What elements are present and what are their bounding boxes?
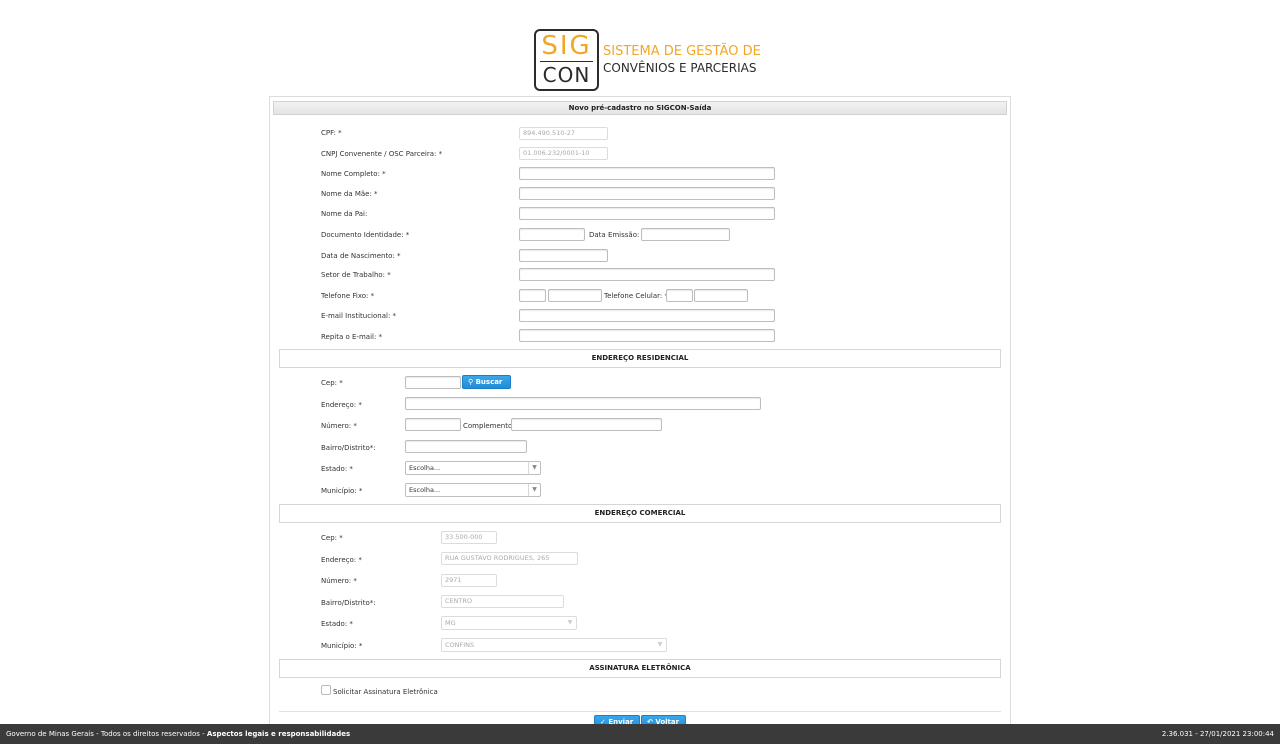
comercial-section-header: ENDEREÇO COMERCIAL bbox=[279, 504, 1001, 523]
res-numero-label: Número: * bbox=[321, 422, 357, 430]
data-emissao-label: Data Emissão: * bbox=[589, 231, 646, 239]
repita-email-field[interactable] bbox=[519, 329, 775, 342]
assinatura-checkbox-label: Solicitar Assinatura Eletrônica bbox=[333, 688, 438, 696]
com-estado-value: MG bbox=[445, 619, 456, 627]
nome-mae-label: Nome da Mãe: * bbox=[321, 190, 378, 198]
com-municipio-label: Município: * bbox=[321, 642, 363, 650]
res-cep-field[interactable] bbox=[405, 376, 461, 389]
com-endereco-field[interactable]: RUA GUSTAVO RODRIGUES, 265 bbox=[441, 552, 578, 565]
com-bairro-field[interactable]: CENTRO bbox=[441, 595, 564, 608]
telefone-fixo-field[interactable] bbox=[548, 289, 602, 302]
com-estado-select[interactable]: MG ▼ bbox=[441, 616, 577, 630]
telefone-celular-label: Telefone Celular: * bbox=[604, 292, 669, 300]
telefone-fixo-label: Telefone Fixo: * bbox=[321, 292, 375, 300]
com-bairro-label: Bairro/Distrito*: bbox=[321, 599, 376, 607]
chevron-down-icon: ▼ bbox=[528, 484, 540, 496]
setor-trabalho-field[interactable] bbox=[519, 268, 775, 281]
telefone-fixo-ddd-field[interactable] bbox=[519, 289, 546, 302]
cpf-field[interactable]: 894.490.510-27 bbox=[519, 127, 608, 140]
chevron-down-icon: ▼ bbox=[528, 462, 540, 474]
form-title: Novo pré-cadastro no SIGCON-Saída bbox=[273, 101, 1007, 115]
logo-con-text: CON bbox=[542, 63, 591, 87]
res-estado-value: Escolha... bbox=[409, 464, 441, 472]
footer-bar: Governo de Minas Gerais - Todos os direi… bbox=[0, 724, 1280, 744]
footer-copyright: Governo de Minas Gerais - Todos os direi… bbox=[6, 724, 350, 744]
com-municipio-value: CONFINS bbox=[445, 641, 475, 649]
com-municipio-select[interactable]: CONFINS ▼ bbox=[441, 638, 667, 652]
res-municipio-value: Escolha... bbox=[409, 486, 441, 494]
assinatura-checkbox[interactable] bbox=[321, 685, 331, 695]
email-label: E-mail Institucional: * bbox=[321, 312, 397, 320]
cnpj-field[interactable]: 01.006.232/0001-10 bbox=[519, 147, 608, 160]
telefone-celular-field[interactable] bbox=[694, 289, 748, 302]
buscar-label: Buscar bbox=[475, 378, 503, 386]
res-endereco-field[interactable] bbox=[405, 397, 761, 410]
telefone-celular-ddd-field[interactable] bbox=[666, 289, 693, 302]
setor-label: Setor de Trabalho: * bbox=[321, 271, 391, 279]
assinatura-section-header: ASSINATURA ELETRÔNICA bbox=[279, 659, 1001, 678]
cnpj-label: CNPJ Convenente / OSC Parceira: * bbox=[321, 150, 443, 158]
res-bairro-field[interactable] bbox=[405, 440, 527, 453]
actions-divider bbox=[279, 711, 1001, 712]
res-complemento-field[interactable] bbox=[511, 418, 662, 431]
res-complemento-label: Complemento: bbox=[463, 422, 515, 430]
documento-label: Documento Identidade: * bbox=[321, 231, 410, 239]
nome-mae-field[interactable] bbox=[519, 187, 775, 200]
res-endereco-label: Endereço: * bbox=[321, 401, 362, 409]
com-numero-label: Número: * bbox=[321, 577, 357, 585]
res-estado-label: Estado: * bbox=[321, 465, 353, 473]
data-emissao-field[interactable] bbox=[641, 228, 730, 241]
com-cep-label: Cep: * bbox=[321, 534, 343, 542]
res-municipio-select[interactable]: Escolha... ▼ bbox=[405, 483, 541, 497]
nome-label: Nome Completo: * bbox=[321, 170, 386, 178]
res-bairro-label: Bairro/Distrito*: bbox=[321, 444, 376, 452]
res-estado-select[interactable]: Escolha... ▼ bbox=[405, 461, 541, 475]
nome-pai-field[interactable] bbox=[519, 207, 775, 220]
residencial-section-header: ENDEREÇO RESIDENCIAL bbox=[279, 349, 1001, 368]
chevron-down-icon: ▼ bbox=[567, 619, 573, 626]
com-estado-label: Estado: * bbox=[321, 620, 353, 628]
com-endereco-label: Endereço: * bbox=[321, 556, 362, 564]
chevron-down-icon: ▼ bbox=[657, 641, 663, 648]
footer-copyright-text: Governo de Minas Gerais - Todos os direi… bbox=[6, 730, 207, 738]
com-cep-field[interactable]: 33.500-000 bbox=[441, 531, 497, 544]
nome-pai-label: Nome da Pai: bbox=[321, 210, 368, 218]
documento-field[interactable] bbox=[519, 228, 585, 241]
nome-completo-field[interactable] bbox=[519, 167, 775, 180]
buscar-button[interactable]: ⚲ Buscar bbox=[462, 375, 511, 389]
email-field[interactable] bbox=[519, 309, 775, 322]
repita-email-label: Repita o E-mail: * bbox=[321, 333, 383, 341]
system-name-line2: CONVÊNIOS E PARCERIAS bbox=[603, 61, 757, 75]
footer-version: 2.36.031 - 27/01/2021 23:00:44 bbox=[1161, 730, 1274, 738]
sigcon-logo: SIG CON bbox=[534, 29, 599, 91]
search-icon: ⚲ bbox=[468, 378, 474, 386]
com-numero-field[interactable]: 2971 bbox=[441, 574, 497, 587]
res-cep-label: Cep: * bbox=[321, 379, 343, 387]
logo-sig-text: SIG bbox=[541, 31, 592, 61]
res-municipio-label: Município: * bbox=[321, 487, 363, 495]
nascimento-label: Data de Nascimento: * bbox=[321, 252, 401, 260]
system-name-line1: SISTEMA DE GESTÃO DE bbox=[603, 44, 761, 59]
aspectos-legais-link[interactable]: Aspectos legais e responsabilidades bbox=[207, 730, 350, 738]
res-numero-field[interactable] bbox=[405, 418, 461, 431]
data-nascimento-field[interactable] bbox=[519, 249, 608, 262]
cpf-label: CPF: * bbox=[321, 129, 342, 137]
